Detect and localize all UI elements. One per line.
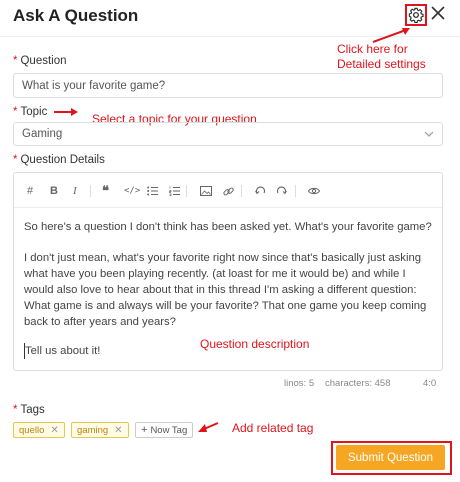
numbered-list-icon[interactable] [169,181,180,201]
settings-button[interactable] [405,4,427,26]
topic-select[interactable]: Gaming [13,122,443,146]
tag-remove-icon[interactable]: ✕ [50,425,58,436]
details-paragraph: So here's a question I don't think has b… [24,221,432,233]
new-tag-button[interactable]: + Now Tag [135,422,194,438]
line-count: linos: 5 [284,378,315,389]
details-label: * Question Details [13,154,105,166]
details-paragraph: I don't just mean, what's your favorite … [24,252,427,328]
toolbar-divider [90,185,91,197]
bullet-list-icon[interactable] [147,181,158,201]
preview-icon[interactable] [308,181,320,201]
tag-chip: gaming ✕ [71,422,129,438]
toolbar-divider [186,185,187,197]
code-icon[interactable]: </> [124,181,140,201]
plus-icon: + [141,424,148,436]
quote-icon[interactable]: ❝ [102,181,109,201]
chevron-down-icon [424,131,434,137]
link-icon[interactable] [223,181,234,201]
tags-label: * Tags [13,404,45,416]
topic-value: Gaming [22,128,63,140]
tag-remove-icon[interactable]: ✕ [114,425,122,436]
toolbar-divider [295,185,296,197]
editor-toolbar: # B I ❝ </> [14,173,442,208]
character-count: characters: 458 [325,378,391,389]
tag-annotation-arrow [198,422,219,432]
dialog-title: Ask A Question [13,6,139,25]
description-annotation: Question description [200,337,310,351]
heading-icon[interactable]: # [27,181,33,201]
settings-annotation: Click here for Detailed settings [337,42,426,71]
tag-annotation: Add related tag [232,421,314,435]
question-value: What is your favorite game? [22,79,166,92]
toolbar-divider [241,185,242,197]
italic-icon[interactable]: I [73,181,77,201]
tag-chip: quello ✕ [13,422,65,438]
question-input[interactable]: What is your favorite game? [13,73,443,98]
topic-annotation-arrow [54,108,78,116]
topic-label: * Topic [13,106,48,118]
tag-label: quello [19,424,45,436]
close-icon [431,6,445,20]
undo-icon[interactable] [255,181,266,201]
bold-icon[interactable]: B [50,181,58,201]
details-editor[interactable]: # B I ❝ </> So here's a question I don't… [13,172,443,371]
close-button[interactable] [431,6,445,24]
submit-button[interactable]: Submit Question [336,445,445,470]
redo-icon[interactable] [276,181,287,201]
question-label: * Question [13,55,67,67]
gear-icon [408,7,424,23]
image-icon[interactable] [200,181,212,201]
tag-label: gaming [77,424,109,436]
cursor-position: 4:0 [423,378,437,389]
